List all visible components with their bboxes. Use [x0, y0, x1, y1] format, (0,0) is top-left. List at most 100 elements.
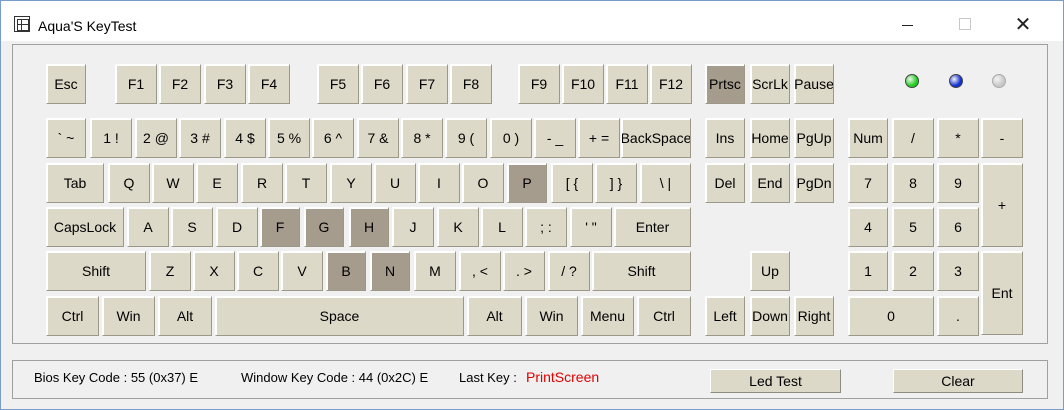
key-9[interactable]: 9 ( — [445, 118, 487, 158]
key-right[interactable]: Right — [794, 296, 834, 336]
key-1[interactable]: 1 ! — [90, 118, 132, 158]
key-w[interactable]: W — [152, 163, 194, 203]
key-minus[interactable]: - _ — [534, 118, 576, 158]
key-ins[interactable]: Ins — [705, 118, 745, 158]
key-kp1[interactable]: 1 — [848, 251, 888, 291]
key-6[interactable]: 6 ^ — [312, 118, 354, 158]
key-capslock[interactable]: CapsLock — [46, 207, 124, 247]
key-up[interactable]: Up — [750, 251, 790, 291]
key-lalt[interactable]: Alt — [158, 296, 212, 336]
key-kp-slash[interactable]: / — [892, 118, 934, 158]
key-i[interactable]: I — [418, 163, 460, 203]
key-3[interactable]: 3 # — [179, 118, 221, 158]
key-5[interactable]: 5 % — [268, 118, 310, 158]
key-kp0[interactable]: 0 — [848, 296, 934, 336]
key-v[interactable]: V — [281, 251, 323, 291]
key-semicolon[interactable]: ; : — [525, 207, 567, 247]
key-kp-enter[interactable]: Ent — [981, 251, 1023, 335]
key-grave[interactable]: ` ~ — [46, 118, 86, 158]
key-f12[interactable]: F12 — [650, 64, 692, 104]
key-p[interactable]: P — [507, 163, 547, 203]
key-tab[interactable]: Tab — [46, 163, 104, 203]
key-f5[interactable]: F5 — [317, 64, 359, 104]
key-kp5[interactable]: 5 — [892, 207, 934, 247]
close-button[interactable]: ✕ — [1000, 9, 1046, 39]
key-e[interactable]: E — [196, 163, 238, 203]
key-o[interactable]: O — [462, 163, 504, 203]
key-lctrl[interactable]: Ctrl — [46, 296, 99, 336]
key-l[interactable]: L — [481, 207, 523, 247]
key-end[interactable]: End — [750, 163, 790, 203]
key-space[interactable]: Space — [215, 296, 464, 336]
key-kp8[interactable]: 8 — [892, 163, 934, 203]
key-f7[interactable]: F7 — [406, 64, 448, 104]
key-backspace[interactable]: BackSpace — [621, 118, 691, 158]
key-quote[interactable]: ' " — [570, 207, 612, 247]
key-kp-minus[interactable]: - — [981, 118, 1023, 158]
key-pgdn[interactable]: PgDn — [794, 163, 834, 203]
key-prtsc[interactable]: Prtsc — [705, 64, 745, 104]
key-rwin[interactable]: Win — [525, 296, 578, 336]
key-f10[interactable]: F10 — [562, 64, 604, 104]
key-f2[interactable]: F2 — [159, 64, 201, 104]
key-q[interactable]: Q — [108, 163, 150, 203]
key-a[interactable]: A — [127, 207, 169, 247]
key-7[interactable]: 7 & — [357, 118, 399, 158]
key-c[interactable]: C — [237, 251, 279, 291]
key-f6[interactable]: F6 — [361, 64, 403, 104]
maximize-button[interactable] — [942, 9, 988, 39]
key-rctrl[interactable]: Ctrl — [637, 296, 691, 336]
key-d[interactable]: D — [216, 207, 258, 247]
key-t[interactable]: T — [285, 163, 327, 203]
key-pgup[interactable]: PgUp — [794, 118, 834, 158]
key-kp9[interactable]: 9 — [937, 163, 979, 203]
key-u[interactable]: U — [374, 163, 416, 203]
key-f[interactable]: F — [260, 207, 300, 247]
key-ralt[interactable]: Alt — [467, 296, 522, 336]
key-kp2[interactable]: 2 — [892, 251, 934, 291]
key-kp-plus[interactable]: + — [981, 163, 1023, 247]
key-f11[interactable]: F11 — [606, 64, 648, 104]
key-f4[interactable]: F4 — [248, 64, 290, 104]
key-s[interactable]: S — [171, 207, 213, 247]
key-lshift[interactable]: Shift — [46, 251, 146, 291]
minimize-button[interactable] — [884, 9, 930, 39]
key-kp4[interactable]: 4 — [848, 207, 888, 247]
key-2[interactable]: 2 @ — [135, 118, 177, 158]
key-y[interactable]: Y — [330, 163, 372, 203]
key-kp7[interactable]: 7 — [848, 163, 888, 203]
key-x[interactable]: X — [193, 251, 235, 291]
key-pause[interactable]: Pause — [794, 64, 834, 104]
key-g[interactable]: G — [304, 207, 344, 247]
key-equal[interactable]: + = — [578, 118, 620, 158]
key-k[interactable]: K — [437, 207, 479, 247]
clear-button[interactable]: Clear — [893, 369, 1023, 393]
key-down[interactable]: Down — [750, 296, 790, 336]
key-f1[interactable]: F1 — [115, 64, 157, 104]
key-del[interactable]: Del — [705, 163, 745, 203]
key-kp6[interactable]: 6 — [937, 207, 979, 247]
led-test-button[interactable]: Led Test — [710, 369, 841, 393]
key-rbracket[interactable]: ] } — [595, 163, 637, 203]
key-h[interactable]: H — [349, 207, 389, 247]
key-comma[interactable]: , < — [459, 251, 501, 291]
key-m[interactable]: M — [414, 251, 456, 291]
key-home[interactable]: Home — [750, 118, 790, 158]
key-b[interactable]: B — [326, 251, 366, 291]
key-left[interactable]: Left — [705, 296, 745, 336]
key-lbracket[interactable]: [ { — [551, 163, 593, 203]
key-backslash[interactable]: \ | — [640, 163, 691, 203]
key-menu[interactable]: Menu — [581, 296, 634, 336]
key-period[interactable]: . > — [503, 251, 545, 291]
key-f8[interactable]: F8 — [450, 64, 492, 104]
key-kp3[interactable]: 3 — [937, 251, 979, 291]
key-lwin[interactable]: Win — [102, 296, 155, 336]
key-z[interactable]: Z — [149, 251, 191, 291]
key-0[interactable]: 0 ) — [490, 118, 532, 158]
key-kp-star[interactable]: * — [937, 118, 979, 158]
key-n[interactable]: N — [370, 251, 410, 291]
key-8[interactable]: 8 * — [401, 118, 443, 158]
key-rshift[interactable]: Shift — [592, 251, 691, 291]
key-f3[interactable]: F3 — [204, 64, 246, 104]
key-f9[interactable]: F9 — [518, 64, 560, 104]
